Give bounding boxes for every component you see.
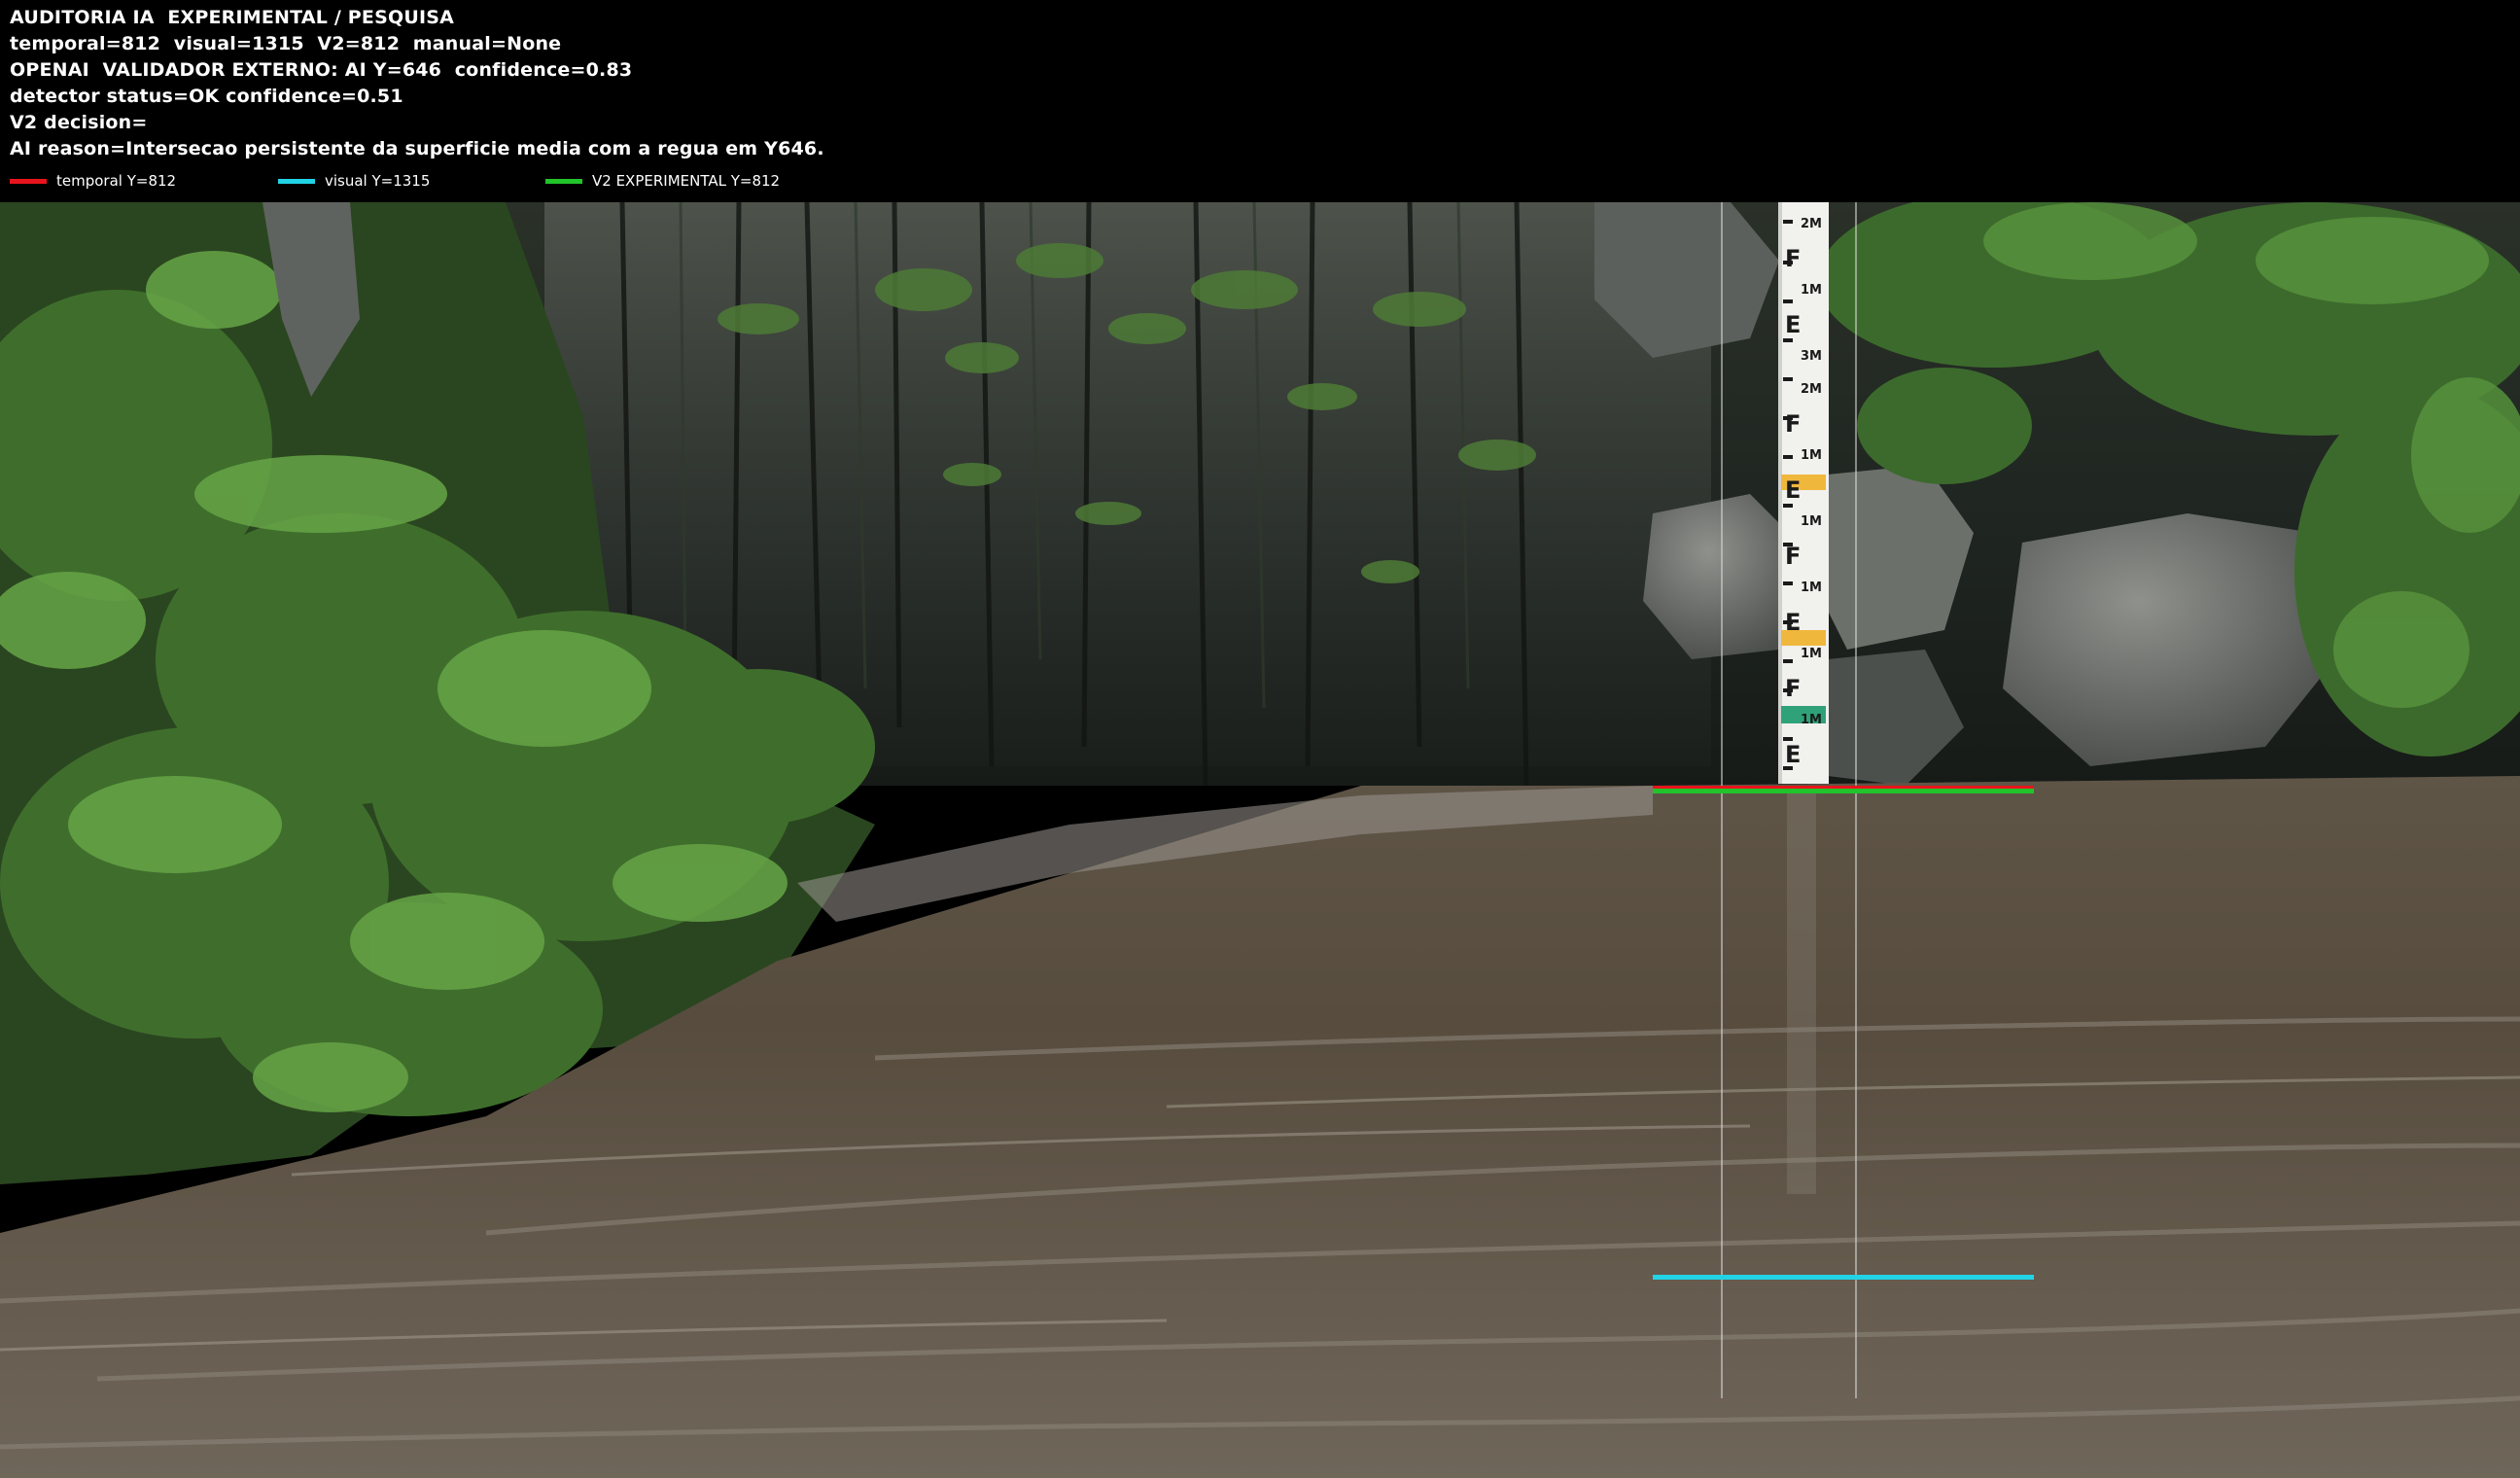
camera-frame: AUDITORIA IA EXPERIMENTAL / PESQUISA tem…: [0, 0, 2520, 1478]
detector-status: detector status=OK confidence=0.51: [10, 86, 403, 107]
v2-level-line: [1653, 789, 2034, 793]
staff-gauge: 2MF1ME3M2MF1ME1MF1ME1MF1ME: [1778, 202, 1829, 784]
legend-label-visual: visual Y=1315: [325, 172, 431, 190]
gauge-mark-label: F: [1785, 675, 1801, 702]
gauge-mark-label: 3M: [1801, 349, 1822, 364]
gauge-mark-label: E: [1785, 609, 1801, 636]
legend-visual: visual Y=1315: [278, 171, 430, 191]
gauge-mark-label: F: [1785, 543, 1801, 570]
ai-reason: AI reason=Intersecao persistente da supe…: [10, 138, 824, 159]
river-camera-image: 2M F 1M E 3M 2M F 1M E 1M F 1M E 1M F 1M E: [0, 202, 2520, 1478]
legend-v2: V2 EXPERIMENTAL Y=812: [545, 171, 780, 191]
legend-label-v2: V2 EXPERIMENTAL Y=812: [592, 172, 781, 190]
legend-label-temporal: temporal Y=812: [56, 172, 177, 190]
audit-header: AUDITORIA IA EXPERIMENTAL / PESQUISA tem…: [0, 0, 2520, 202]
gauge-mark-label: 2M: [1801, 382, 1822, 397]
gauge-guide-left: [1721, 202, 1723, 1398]
gauge-mark-label: F: [1785, 245, 1801, 272]
v2-decision: V2 decision=: [10, 112, 148, 133]
level-readings: temporal=812 visual=1315 V2=812 manual=N…: [10, 33, 562, 54]
external-validator: OPENAI VALIDADOR EXTERNO: AI Y=646 confi…: [10, 59, 633, 81]
legend-swatch-v2: [545, 178, 582, 184]
legend-temporal: temporal Y=812: [10, 171, 176, 191]
visual-level-line: [1653, 1275, 2034, 1280]
gauge-mark-label: 1M: [1801, 514, 1822, 529]
gauge-mark-label: E: [1785, 311, 1801, 338]
gauge-mark-label: 1M: [1801, 283, 1822, 298]
audit-title: AUDITORIA IA EXPERIMENTAL / PESQUISA: [10, 7, 455, 28]
legend-swatch-temporal: [10, 178, 47, 184]
gauge-mark-label: 1M: [1801, 713, 1822, 727]
gauge-mark-label: 1M: [1801, 647, 1822, 661]
legend-swatch-visual: [278, 178, 315, 184]
gauge-mark-label: 1M: [1801, 448, 1822, 463]
river-scene: 2MF1ME3M2MF1ME1MF1ME1MF1ME: [0, 202, 2520, 1478]
gauge-guide-right: [1855, 202, 1857, 1398]
gauge-mark-label: 2M: [1801, 217, 1822, 231]
gauge-mark-label: 1M: [1801, 581, 1822, 595]
gauge-mark-label: E: [1785, 741, 1801, 768]
gauge-mark-label: E: [1785, 476, 1801, 504]
gauge-mark-label: F: [1785, 410, 1801, 438]
